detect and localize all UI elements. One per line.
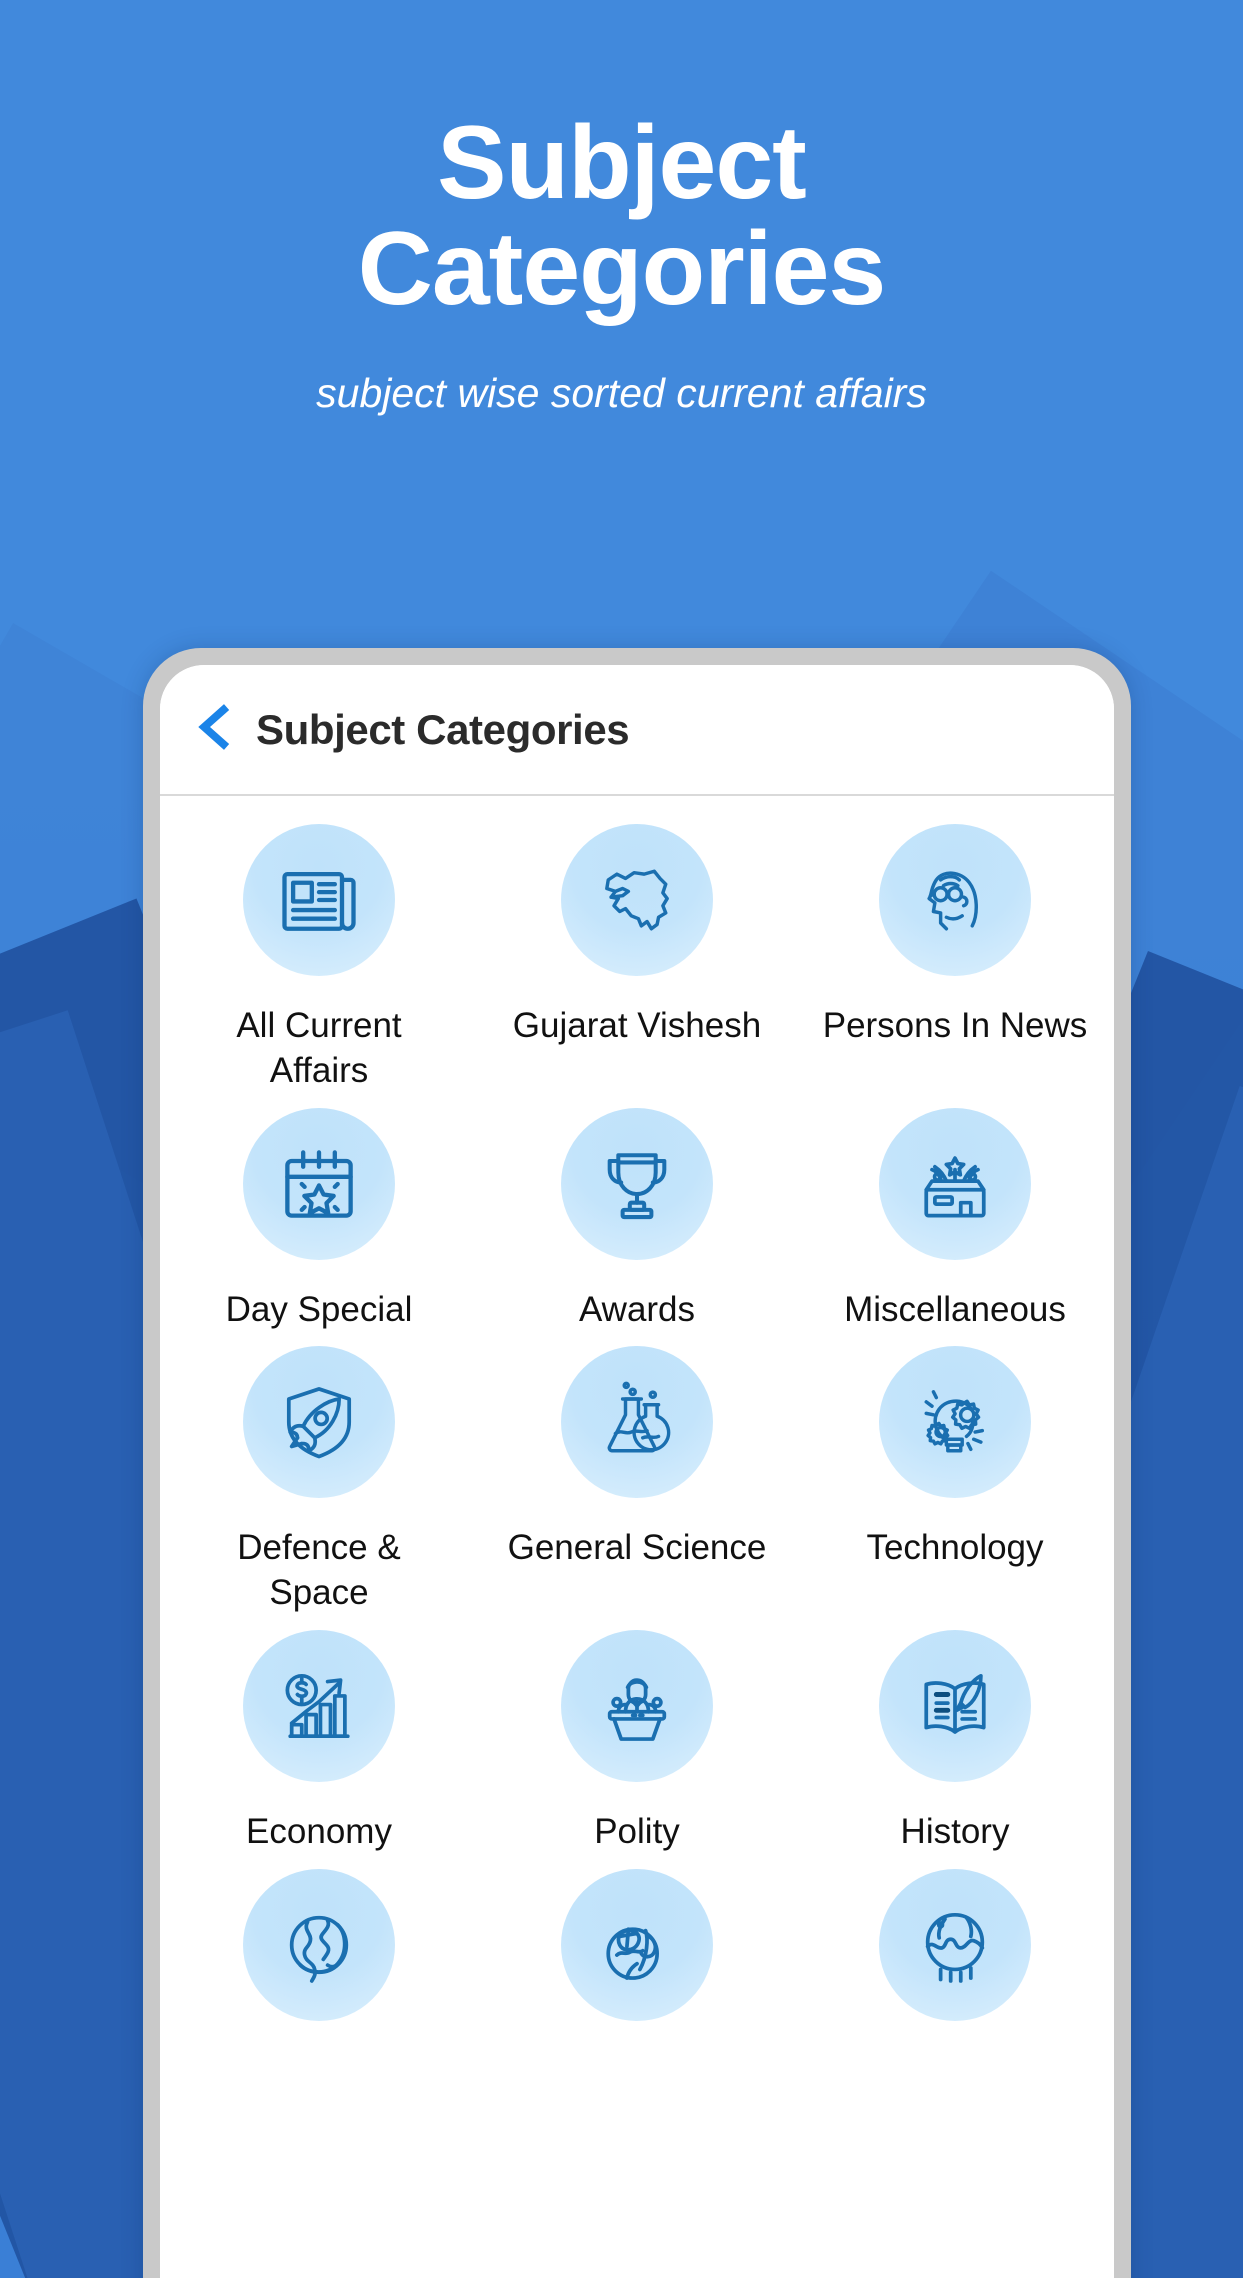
phone-screen: Subject Categories All Current Affairs G…	[160, 665, 1114, 2278]
chevron-left-icon	[189, 701, 241, 758]
phone-mockup: Subject Categories All Current Affairs G…	[143, 648, 1131, 2278]
page-title: Subject Categories	[256, 705, 630, 753]
category-grid: All Current Affairs Gujarat Vishesh Pers…	[160, 796, 1114, 2049]
person-profile-icon	[879, 824, 1031, 976]
globe-leaf-icon	[561, 1868, 713, 2021]
category-label: Miscellaneous	[844, 1289, 1066, 1329]
category-item-technology[interactable]: Technology	[796, 1332, 1114, 1616]
category-item-world-geography[interactable]	[160, 1855, 478, 2049]
category-label: Defence & Space	[237, 1528, 401, 1613]
category-label: History	[900, 1811, 1010, 1851]
promo-screenshot: Subject Categories subject wise sorted c…	[0, 0, 1243, 2278]
book-quill-icon	[879, 1629, 1031, 1782]
globe-icon	[879, 1868, 1031, 2021]
category-item-miscellaneous[interactable]: Miscellaneous	[796, 1094, 1114, 1333]
category-label: All Current Affairs	[236, 1006, 402, 1090]
category-item-general-science[interactable]: General Science	[478, 1332, 796, 1616]
trophy-icon	[561, 1107, 713, 1260]
growth-chart-dollar-icon	[243, 1629, 395, 1782]
category-item-history[interactable]: History	[796, 1616, 1114, 1855]
globe-orbit-icon	[243, 1868, 395, 2021]
category-item-defence-and-space[interactable]: Defence & Space	[160, 1332, 478, 1616]
category-label: Polity	[594, 1811, 680, 1851]
category-label: Awards	[578, 1289, 696, 1329]
category-item-gujarat-vishesh[interactable]: Gujarat Vishesh	[478, 810, 796, 1094]
category-label: Technology	[866, 1528, 1044, 1568]
flasks-icon	[561, 1346, 713, 1499]
category-label: Persons In News	[822, 1006, 1088, 1045]
back-button[interactable]	[184, 699, 246, 761]
rocket-shield-icon	[243, 1346, 395, 1499]
podium-speaker-icon	[561, 1629, 713, 1782]
hero-title: Subject Categories	[0, 110, 1243, 322]
category-item-awards[interactable]: Awards	[478, 1094, 796, 1333]
hero-title-line-2: Categories	[357, 211, 887, 328]
category-label: Gujarat Vishesh	[512, 1006, 762, 1045]
calendar-star-icon	[243, 1107, 395, 1260]
category-item-all-current-affairs[interactable]: All Current Affairs	[160, 810, 478, 1094]
hero-section: Subject Categories subject wise sorted c…	[0, 110, 1243, 417]
category-item-international[interactable]	[796, 1855, 1114, 2049]
hero-title-line-1: Subject	[437, 105, 807, 221]
category-label: Economy	[246, 1811, 392, 1851]
category-item-polity[interactable]: Polity	[478, 1616, 796, 1855]
hero-subtitle: subject wise sorted current affairs	[316, 370, 927, 417]
bulb-gears-icon	[879, 1346, 1031, 1499]
category-item-day-special[interactable]: Day Special	[160, 1094, 478, 1333]
newspaper-icon	[243, 824, 395, 976]
app-bar: Subject Categories	[160, 665, 1114, 796]
gujarat-map-icon	[561, 824, 713, 976]
category-label: General Science	[507, 1528, 767, 1568]
category-label: Day Special	[225, 1289, 413, 1329]
open-box-confetti-icon	[879, 1107, 1031, 1260]
category-item-persons-in-news[interactable]: Persons In News	[796, 810, 1114, 1094]
category-item-economy[interactable]: Economy	[160, 1616, 478, 1855]
category-item-environment[interactable]	[478, 1855, 796, 2049]
